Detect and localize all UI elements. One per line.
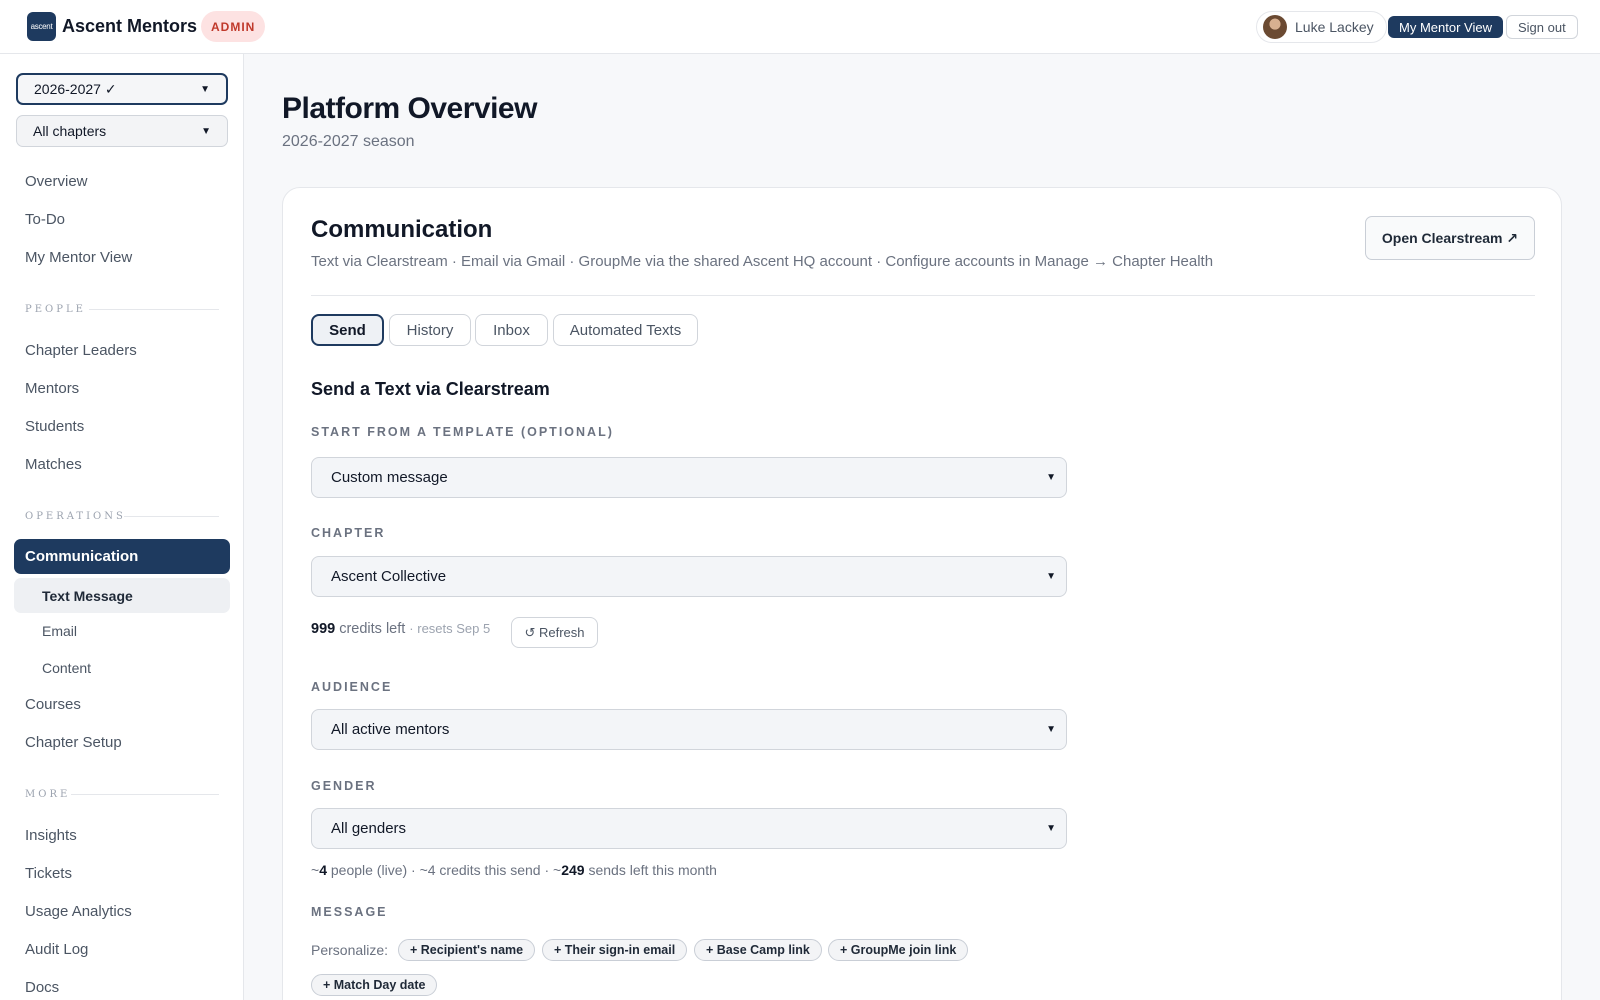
chip-match-day-date[interactable]: + Match Day date	[311, 974, 438, 996]
top-bar: ascent Ascent Mentors ADMIN Luke Lackey …	[0, 0, 1600, 54]
page-title: Platform Overview	[282, 92, 537, 125]
audience-select-value: All active mentors	[331, 721, 450, 738]
chevron-down-icon: ▼	[1046, 571, 1056, 582]
chapter-field-select[interactable]: Ascent Collective ▼	[311, 556, 1067, 597]
sidebar: 2026-2027 ✓ ▼ All chapters ▼ Overview To…	[0, 54, 244, 1000]
chip-groupme-join-link[interactable]: + GroupMe join link	[828, 939, 969, 961]
season-select-value: 2026-2027 ✓	[34, 80, 117, 97]
open-clearstream-button[interactable]: Open Clearstream ↗	[1365, 216, 1535, 260]
avatar	[1263, 15, 1287, 39]
card-divider	[311, 295, 1535, 296]
sign-out-button[interactable]: Sign out	[1506, 15, 1578, 39]
chevron-down-icon: ▼	[1046, 472, 1056, 483]
audience-label: AUDIENCE	[311, 680, 393, 694]
section-divider	[124, 516, 219, 517]
sidebar-item-chapter-setup[interactable]: Chapter Setup	[25, 734, 122, 751]
sidebar-item-mentors[interactable]: Mentors	[25, 380, 79, 397]
audience-counts: ~4 people (live) · ~4 credits this send …	[311, 862, 717, 878]
tab-send[interactable]: Send	[311, 314, 384, 346]
user-name: Luke Lackey	[1295, 19, 1374, 35]
chip-base-camp-link[interactable]: + Base Camp link	[694, 939, 822, 961]
section-label-people: PEOPLE	[25, 304, 86, 315]
chevron-down-icon: ▼	[200, 83, 210, 95]
sidebar-item-chapter-leaders[interactable]: Chapter Leaders	[25, 342, 137, 359]
chip-recipient-name[interactable]: + Recipient's name	[398, 939, 536, 961]
section-divider	[89, 309, 219, 310]
chevron-down-icon: ▼	[201, 125, 211, 137]
chevron-down-icon: ▼	[1046, 724, 1056, 735]
gender-label: GENDER	[311, 779, 377, 793]
sidebar-item-overview[interactable]: Overview	[25, 173, 88, 190]
card-description: Text via Clearstream · Email via Gmail ·…	[311, 253, 1214, 270]
sidebar-item-my-mentor-view[interactable]: My Mentor View	[25, 249, 132, 266]
send-section-heading: Send a Text via Clearstream	[311, 379, 550, 399]
brand-name[interactable]: Ascent Mentors	[62, 16, 197, 37]
chapter-select[interactable]: All chapters ▼	[16, 115, 228, 147]
chapter-select-value: All chapters	[33, 123, 107, 139]
sends-text: sends left this month	[588, 862, 717, 878]
template-label: START FROM A TEMPLATE (OPTIONAL)	[311, 425, 614, 439]
section-label-more: MORE	[25, 789, 71, 800]
sidebar-item-courses[interactable]: Courses	[25, 696, 81, 713]
refresh-button[interactable]: ↺ Refresh	[511, 617, 598, 648]
section-label-operations: OPERATIONS	[25, 511, 126, 522]
sidebar-item-audit-log[interactable]: Audit Log	[25, 941, 88, 958]
message-label: MESSAGE	[311, 905, 388, 919]
season-select[interactable]: 2026-2027 ✓ ▼	[16, 73, 228, 105]
gender-select-value: All genders	[331, 820, 407, 837]
sidebar-item-insights[interactable]: Insights	[25, 827, 77, 844]
tab-inbox[interactable]: Inbox	[475, 314, 548, 346]
logo-icon[interactable]: ascent	[27, 12, 56, 41]
credits-text: credits left	[339, 621, 406, 637]
chapter-label: CHAPTER	[311, 526, 386, 540]
card-title: Communication	[311, 216, 493, 243]
page-subtitle: 2026-2027 season	[282, 133, 415, 150]
sidebar-item-todo[interactable]: To-Do	[25, 211, 65, 228]
sidebar-item-tickets[interactable]: Tickets	[25, 865, 72, 882]
sidebar-item-text-message[interactable]: Text Message	[14, 578, 230, 613]
template-select-value: Custom message	[331, 469, 448, 486]
chip-sign-in-email[interactable]: + Their sign-in email	[542, 939, 688, 961]
people-text: people (live) · ~4 credits this send · ~	[330, 862, 562, 878]
gender-select[interactable]: All genders ▼	[311, 808, 1067, 849]
sidebar-item-email[interactable]: Email	[42, 623, 77, 639]
chevron-down-icon: ▼	[1046, 823, 1056, 834]
sidebar-item-usage-analytics[interactable]: Usage Analytics	[25, 903, 132, 920]
credits-count: 999	[311, 621, 336, 637]
people-count: 4	[319, 862, 327, 878]
counts-prefix: ~	[311, 862, 320, 878]
tab-automated-texts[interactable]: Automated Texts	[553, 314, 698, 346]
audience-select[interactable]: All active mentors ▼	[311, 709, 1067, 750]
credits-reset: · resets Sep 5	[409, 621, 491, 636]
sends-count: 249	[561, 862, 585, 878]
user-menu[interactable]: Luke Lackey	[1256, 11, 1387, 43]
admin-badge: ADMIN	[201, 11, 266, 42]
section-divider	[71, 794, 219, 795]
sidebar-item-communication[interactable]: Communication	[14, 539, 230, 574]
tab-history[interactable]: History	[389, 314, 471, 346]
sidebar-item-docs[interactable]: Docs	[25, 979, 59, 996]
my-mentor-view-button[interactable]: My Mentor View	[1388, 16, 1503, 38]
credits-info: 999 credits left · resets Sep 5	[311, 621, 490, 637]
sidebar-item-content[interactable]: Content	[42, 660, 91, 676]
sidebar-item-students[interactable]: Students	[25, 418, 84, 435]
chapter-field-value: Ascent Collective	[331, 568, 447, 585]
communication-card: Communication Text via Clearstream · Ema…	[282, 187, 1562, 1000]
template-select[interactable]: Custom message ▼	[311, 457, 1067, 498]
sidebar-item-matches[interactable]: Matches	[25, 456, 82, 473]
personalize-label: Personalize:	[311, 942, 389, 958]
